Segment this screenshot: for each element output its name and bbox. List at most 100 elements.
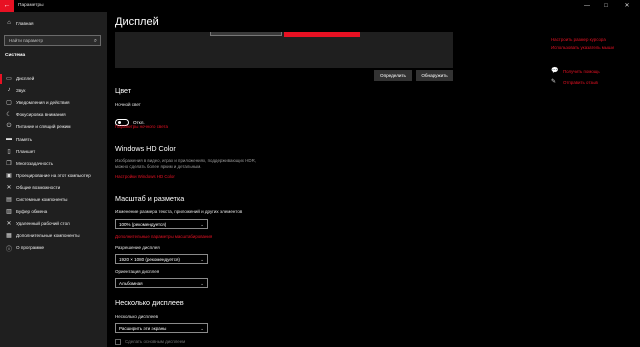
orientation-label: Ориентация дисплея (115, 269, 160, 274)
hdr-description: Изображения в видео, играх и приложениях… (115, 158, 256, 169)
sidebar-item[interactable]: ♪ Звук (0, 85, 107, 97)
tablet-icon: ▯ (7, 148, 11, 155)
optional-features-icon: ▦ (6, 233, 12, 240)
sidebar-item-label: О программе (16, 245, 45, 251)
chevron-down-icon: ⌄ (200, 257, 204, 262)
resolution-label: Разрешение дисплея (115, 245, 160, 250)
mouse-pointer-link[interactable]: Использовать указатель мыши (551, 45, 614, 50)
get-help-link[interactable]: Получить помощь (563, 69, 600, 74)
advanced-scaling-link[interactable]: Дополнительные параметры масштабирования (115, 234, 212, 239)
components-icon: ▤ (6, 197, 12, 203)
scale-value: 100% (рекомендуется) (119, 222, 167, 227)
close-button[interactable]: ✕ (618, 0, 636, 12)
sidebar-item-label: Удаленный рабочий стол (16, 221, 70, 227)
clipboard-icon: ▥ (6, 209, 12, 216)
sidebar-item[interactable]: ▢ Уведомления и действия (0, 97, 107, 109)
night-light-label: Ночной свет (115, 102, 141, 107)
minimize-icon: — (584, 3, 590, 9)
sidebar-item-label: Дополнительные компоненты (16, 233, 80, 239)
display-icon: ▭ (6, 76, 12, 82)
display-arrangement-preview[interactable] (115, 32, 453, 68)
title-bar: ← Параметры — □ ✕ (0, 0, 640, 12)
sidebar-item-label: Многозадачность (16, 160, 54, 166)
scale-dropdown[interactable]: 100% (рекомендуется) ⌄ (115, 219, 208, 229)
moon-icon: ☾ (6, 112, 12, 119)
monitor-2-tile[interactable] (210, 32, 282, 36)
sidebar-item[interactable]: ▤ Системные компоненты (0, 194, 107, 206)
hdr-heading: Windows HD Color (115, 144, 176, 153)
projector-icon: ▣ (6, 172, 12, 179)
scale-label: Изменение размера текста, приложений и д… (115, 209, 243, 214)
info-icon: ⓘ (5, 247, 12, 254)
feedback-icon: ✎ (551, 79, 557, 85)
detect-button[interactable]: Обнаружить (416, 70, 453, 81)
main-content: Дисплей Определить Обнаружить Цвет Ночно… (107, 12, 640, 347)
sidebar-item[interactable]: ☾ Фокусировка внимания (0, 109, 107, 121)
multi-display-value: Расширить эти экраны (119, 326, 167, 331)
sidebar-item[interactable]: ▥ Буфер обмена (0, 206, 107, 218)
monitor-1-tile[interactable] (284, 32, 360, 37)
sidebar-item-label: Уведомления и действия (16, 100, 70, 106)
sidebar-home[interactable]: ⌂ Главная (0, 18, 107, 30)
chevron-down-icon: ⌄ (200, 222, 204, 227)
shared-icon: ✕ (6, 184, 12, 191)
orientation-value: Альбомная (119, 281, 143, 286)
identify-button[interactable]: Определить (374, 70, 412, 81)
sidebar-item-label: Проецирование на этот компьютер (16, 172, 91, 178)
sidebar-item[interactable]: ❐ Многозадачность (0, 158, 107, 170)
storage-icon: ▬ (6, 135, 12, 142)
sidebar-item[interactable]: ▯ Планшет (0, 146, 107, 158)
sidebar-item[interactable]: ▦ Дополнительные компоненты (0, 230, 107, 242)
back-button[interactable]: ← (0, 0, 14, 12)
search-icon: ⌕ (93, 38, 97, 44)
color-heading: Цвет (115, 86, 132, 95)
close-icon: ✕ (624, 3, 630, 9)
search-placeholder: Найти параметр (9, 38, 44, 43)
sidebar-item[interactable]: ✕ Удаленный рабочий стол (0, 218, 107, 230)
notification-icon: ▢ (6, 100, 12, 107)
maximize-button[interactable]: □ (597, 0, 615, 12)
search-input[interactable]: Найти параметр ⌕ (4, 35, 101, 46)
night-light-settings-link[interactable]: Параметры ночного света (115, 124, 168, 129)
power-icon: ⏻ (6, 123, 12, 130)
sidebar-item-label: Звук (16, 88, 26, 94)
minimize-button[interactable]: — (578, 0, 596, 12)
multi-display-label: Несколько дисплеев (115, 314, 159, 319)
cursor-size-link[interactable]: Настроить размер курсора (551, 37, 606, 42)
page-title: Дисплей (115, 16, 159, 28)
sidebar-item[interactable]: ▭ Дисплей (0, 73, 107, 85)
sidebar-item[interactable]: ✕ Общие возможности (0, 182, 107, 194)
sidebar-item-label: Питание и спящий режим (16, 124, 71, 130)
sidebar-item-label: Общие возможности (16, 184, 61, 190)
home-icon: ⌂ (7, 20, 11, 26)
window-title: Параметры (18, 3, 44, 8)
sidebar-item-label: Фокусировка внимания (16, 112, 66, 118)
multi-display-heading: Несколько дисплеев (115, 298, 184, 307)
resolution-dropdown[interactable]: 1920 × 1080 (рекомендуется) ⌄ (115, 254, 208, 264)
make-main-display-checkbox[interactable] (115, 339, 121, 345)
hdr-settings-link[interactable]: Настройки Windows HD Color (115, 174, 175, 179)
maximize-icon: □ (604, 3, 608, 9)
multi-display-dropdown[interactable]: Расширить эти экраны ⌄ (115, 323, 208, 333)
scale-heading: Масштаб и разметка (115, 194, 185, 203)
sidebar-section-label: Система (5, 53, 26, 58)
sidebar-item[interactable]: ▬ Память (0, 134, 107, 146)
sidebar-item-label: Буфер обмена (16, 209, 48, 215)
sidebar-item-label: Память (16, 136, 32, 142)
make-main-display-label: Сделать основным дисплеем (125, 339, 186, 344)
help-icon: 💬 (551, 68, 559, 74)
sidebar-item[interactable]: ⓘ О программе (0, 242, 107, 254)
sidebar-item-label: Дисплей (16, 76, 35, 81)
send-feedback-link[interactable]: Отправить отзыв (563, 80, 598, 85)
multitasking-icon: ❐ (6, 160, 12, 167)
orientation-dropdown[interactable]: Альбомная ⌄ (115, 278, 208, 288)
sidebar-item[interactable]: ▣ Проецирование на этот компьютер (0, 170, 107, 182)
sidebar-item-label: Планшет (16, 148, 36, 154)
resolution-value: 1920 × 1080 (рекомендуется) (119, 257, 180, 262)
sidebar-home-label: Главная (16, 21, 34, 26)
back-arrow-icon: ← (3, 2, 11, 9)
chevron-down-icon: ⌄ (200, 326, 204, 331)
sidebar-item[interactable]: ⏻ Питание и спящий режим (0, 121, 107, 133)
chevron-down-icon: ⌄ (200, 281, 204, 286)
sidebar: ⌂ Главная Найти параметр ⌕ Система ▭ Дисп… (0, 12, 107, 347)
